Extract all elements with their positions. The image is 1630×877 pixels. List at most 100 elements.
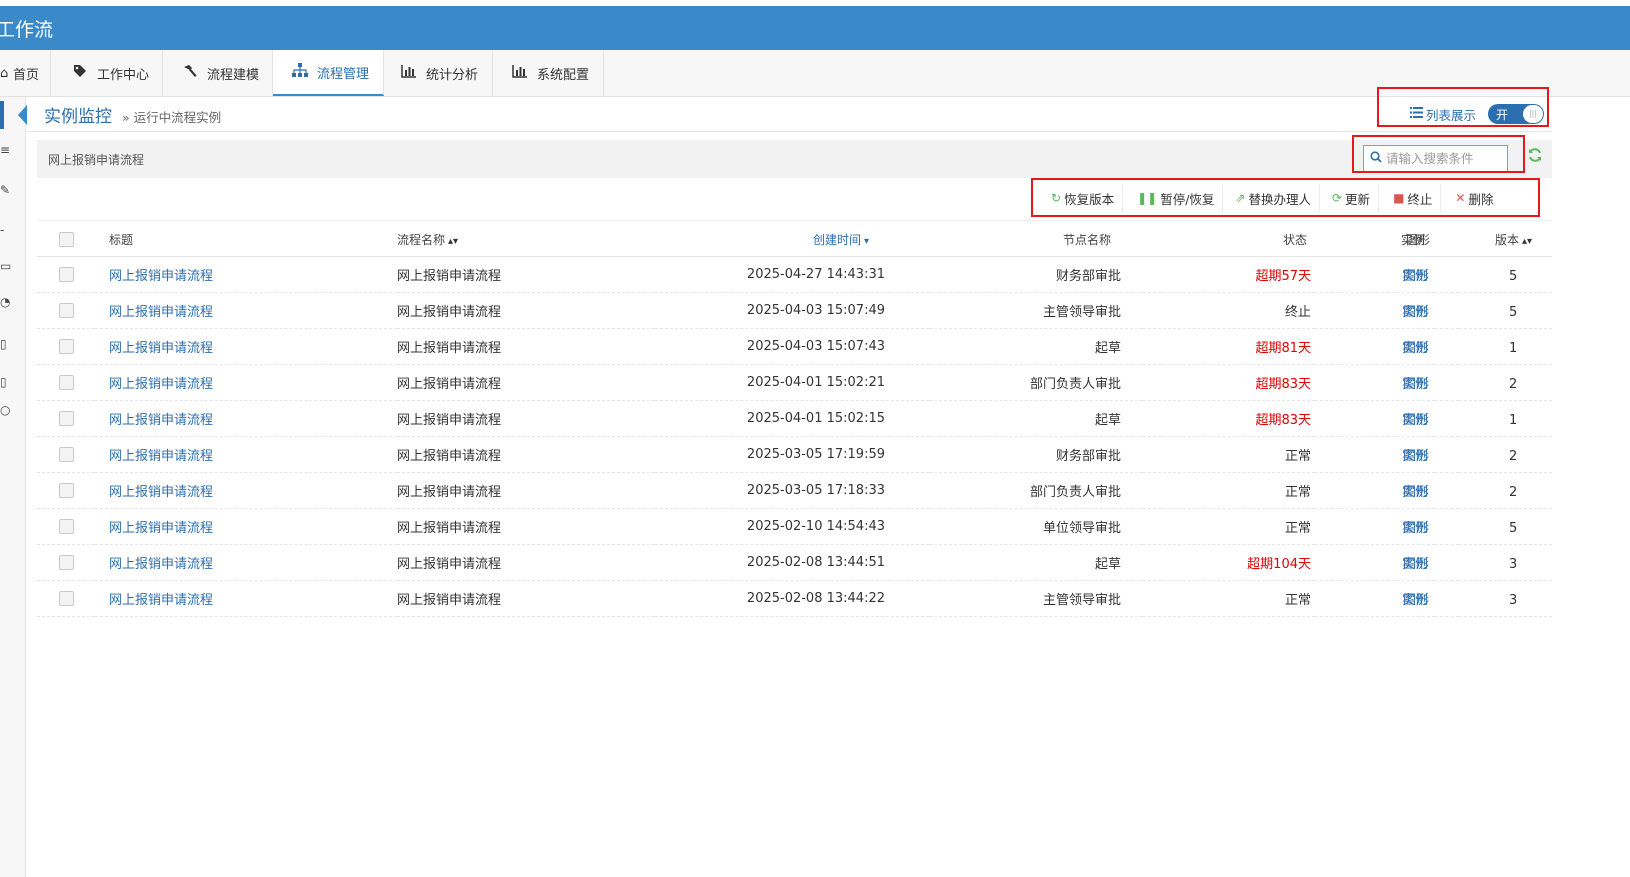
table-row[interactable]: 网上报销申请流程 网上报销申请流程 2025-04-01 15:02:15 起草 超期8… — [37, 400, 1553, 437]
row-instance-link[interactable]: 实例 — [1402, 449, 1428, 464]
row-created-time: 2025-04-03 15:07:49 — [746, 303, 885, 318]
select-all-checkbox[interactable] — [58, 231, 74, 247]
row-checkbox[interactable] — [58, 555, 74, 570]
row-instance-link[interactable]: 实例 — [1402, 269, 1428, 284]
row-status: 超期57天 — [1255, 269, 1311, 284]
tab-process-management[interactable]: 流程管理 — [273, 50, 384, 96]
sidebar-item-calendar-icon[interactable]: ▭ — [0, 259, 11, 273]
row-title-link[interactable]: 网上报销申请流程 — [109, 449, 213, 464]
highlight-box-toggle — [1377, 87, 1549, 127]
row-process-name: 网上报销申请流程 — [397, 593, 502, 608]
bar-chart-icon — [511, 64, 529, 82]
row-created-time: 2025-02-08 13:44:51 — [746, 555, 885, 570]
row-title-link[interactable]: 网上报销申请流程 — [109, 521, 213, 536]
row-checkbox[interactable] — [58, 591, 74, 606]
row-title-link[interactable]: 网上报销申请流程 — [109, 341, 213, 356]
row-process-name: 网上报销申请流程 — [397, 449, 502, 464]
row-version: 3 — [1509, 593, 1518, 608]
row-status: 超期104天 — [1247, 557, 1311, 572]
tab-statistics-label: 统计分析 — [426, 67, 479, 83]
row-status: 超期83天 — [1255, 377, 1311, 392]
table-row[interactable]: 网上报销申请流程 网上报销申请流程 2025-03-05 17:18:33 部门负责人… — [37, 472, 1553, 509]
row-version: 2 — [1509, 485, 1518, 500]
sidebar-item-clock-icon[interactable]: ◔ — [0, 295, 10, 309]
row-checkbox[interactable] — [58, 375, 74, 390]
table-row[interactable]: 网上报销申请流程 网上报销申请流程 2025-02-08 13:44:51 起草 超期1… — [37, 544, 1553, 581]
header-status: 状态 — [1143, 222, 1315, 257]
tag-icon — [71, 64, 89, 82]
row-created-time: 2025-02-10 14:54:43 — [746, 519, 885, 534]
row-title-link[interactable]: 网上报销申请流程 — [109, 269, 213, 284]
row-checkbox[interactable] — [58, 519, 74, 534]
row-instance-link[interactable]: 实例 — [1402, 557, 1428, 572]
table-row[interactable]: 网上报销申请流程 网上报销申请流程 2025-04-27 14:43:31 财务部审批… — [37, 256, 1553, 293]
page-title[interactable]: 实例监控 — [44, 102, 112, 127]
sidebar-item-dash-icon[interactable]: - — [0, 223, 10, 237]
row-process-name: 网上报销申请流程 — [397, 485, 502, 500]
row-status: 超期83天 — [1255, 413, 1311, 428]
row-checkbox[interactable] — [58, 483, 74, 498]
row-instance-link[interactable]: 实例 — [1402, 521, 1428, 536]
row-instance-link[interactable]: 实例 — [1402, 413, 1428, 428]
tab-home[interactable]: ⌂ 首页 — [0, 50, 51, 96]
row-checkbox[interactable] — [58, 339, 74, 354]
sort-icon: ▴▾ — [1522, 235, 1533, 247]
table-row[interactable]: 网上报销申请流程 网上报销申请流程 2025-02-08 13:44:22 主管领导审… — [37, 580, 1553, 617]
tab-work-center[interactable]: 工作中心 — [51, 50, 163, 96]
tab-process-modeling[interactable]: 流程建模 — [163, 50, 273, 96]
row-created-time: 2025-04-01 15:02:21 — [746, 375, 885, 390]
table-row[interactable]: 网上报销申请流程 网上报销申请流程 2025-03-05 17:19:59 财务部审批… — [37, 436, 1553, 473]
row-checkbox[interactable] — [58, 267, 74, 282]
row-process-name: 网上报销申请流程 — [397, 557, 502, 572]
row-title-link[interactable]: 网上报销申请流程 — [109, 305, 213, 320]
row-instance-link[interactable]: 实例 — [1402, 377, 1428, 392]
row-instance-link[interactable]: 实例 — [1402, 305, 1428, 320]
table-header-row: 标题 流程名称 ▴▾ 创建时间 ▾ 节点名称 状态 图形 实例 版本 ▴▾ — [37, 222, 1553, 257]
table-row[interactable]: 网上报销申请流程 网上报销申请流程 2025-02-10 14:54:43 单位领导审… — [37, 508, 1553, 545]
row-title-link[interactable]: 网上报销申请流程 — [109, 377, 213, 392]
sidebar-item-doc-icon[interactable]: ▯ — [0, 337, 10, 351]
sitemap-icon — [291, 63, 309, 81]
row-instance-link[interactable]: 实例 — [1402, 341, 1428, 356]
row-node-name: 财务部审批 — [1055, 269, 1121, 284]
row-title-link[interactable]: 网上报销申请流程 — [109, 485, 213, 500]
row-process-name: 网上报销申请流程 — [397, 269, 502, 284]
header-created[interactable]: 创建时间 ▾ — [655, 222, 929, 257]
sidebar-item-list-icon[interactable]: ≡ — [0, 143, 10, 157]
table-row[interactable]: 网上报销申请流程 网上报销申请流程 2025-04-03 15:07:43 起草 超期8… — [37, 328, 1553, 365]
refresh-icon[interactable] — [1527, 147, 1543, 167]
row-status: 正常 — [1284, 449, 1311, 464]
row-node-name: 单位领导审批 — [1042, 521, 1121, 536]
sidebar-item-file-icon[interactable]: ▯ — [0, 375, 10, 389]
row-checkbox[interactable] — [58, 303, 74, 318]
row-title-link[interactable]: 网上报销申请流程 — [109, 413, 213, 428]
instance-table: 标题 流程名称 ▴▾ 创建时间 ▾ 节点名称 状态 图形 实例 版本 ▴▾ 网上报销申请… — [37, 222, 1553, 617]
row-version: 1 — [1509, 413, 1518, 428]
row-instance-link[interactable]: 实例 — [1402, 485, 1428, 500]
hammer-icon — [181, 64, 199, 82]
toolbar-divider — [37, 220, 1552, 221]
row-checkbox[interactable] — [58, 411, 74, 426]
row-node-name: 起草 — [1094, 413, 1121, 428]
table-row[interactable]: 网上报销申请流程 网上报销申请流程 2025-04-01 15:02:21 部门负责人… — [37, 364, 1553, 401]
tab-statistics[interactable]: 统计分析 — [384, 50, 493, 96]
row-title-link[interactable]: 网上报销申请流程 — [109, 593, 213, 608]
panel-header: 网上报销申请流程 — [37, 140, 1552, 178]
sidebar-item-circle-icon[interactable]: ○ — [0, 403, 10, 417]
row-node-name: 财务部审批 — [1055, 449, 1121, 464]
row-node-name: 部门负责人审批 — [1029, 485, 1121, 500]
row-title-link[interactable]: 网上报销申请流程 — [109, 557, 213, 572]
sidebar-item-edit-icon[interactable]: ✎ — [0, 183, 10, 197]
panel-title: 网上报销申请流程 — [48, 153, 145, 167]
row-version: 5 — [1509, 269, 1518, 284]
row-version: 3 — [1509, 557, 1518, 572]
row-checkbox[interactable] — [58, 447, 74, 462]
table-row[interactable]: 网上报销申请流程 网上报销申请流程 2025-04-03 15:07:49 主管领导审… — [37, 292, 1553, 329]
row-instance-link[interactable]: 实例 — [1402, 593, 1428, 608]
header-version[interactable]: 版本 ▴▾ — [1495, 233, 1532, 247]
bar-chart-icon — [400, 64, 418, 82]
row-node-name: 部门负责人审批 — [1029, 377, 1121, 392]
sidebar: ≡ ✎ - ▭ ◔ ▯ ▯ ○ — [0, 97, 27, 877]
tab-system-config[interactable]: 系统配置 — [493, 50, 604, 96]
header-process-name[interactable]: 流程名称 ▴▾ — [397, 222, 655, 257]
